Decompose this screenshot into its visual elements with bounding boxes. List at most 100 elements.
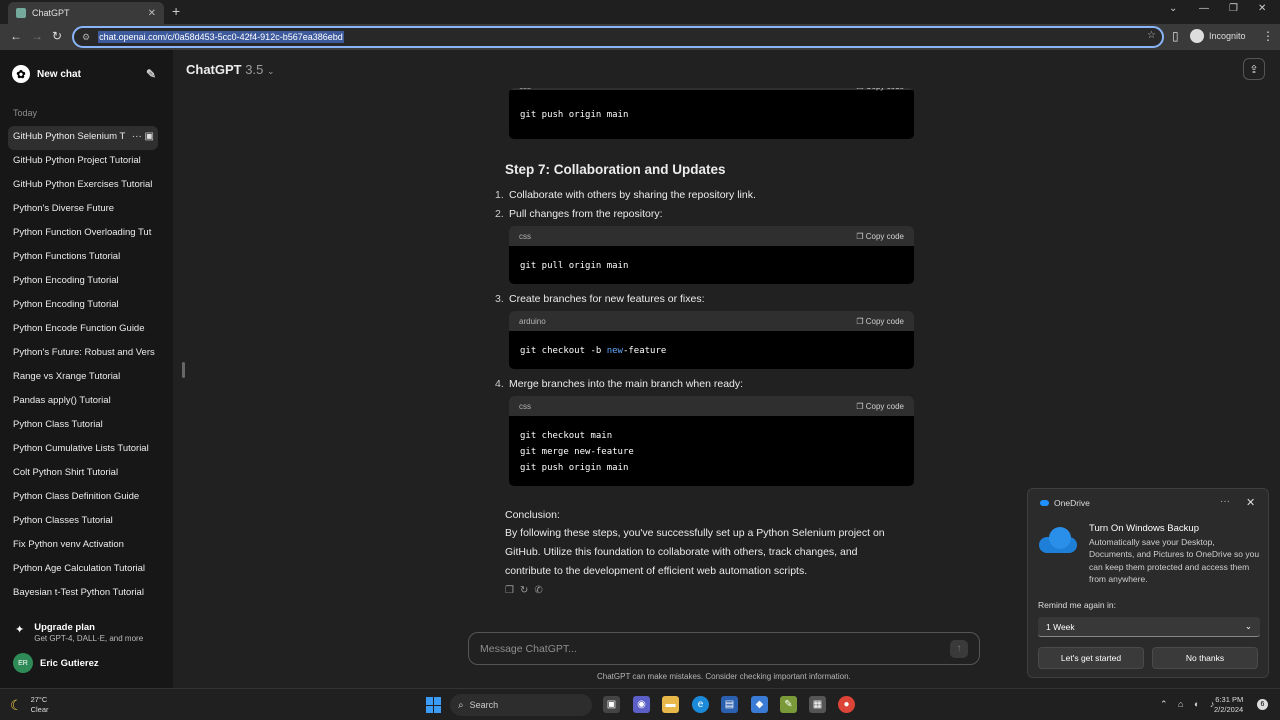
- weather-widget[interactable]: ☾ 27°C Clear: [10, 695, 49, 715]
- lets-get-started-button[interactable]: Let's get started: [1038, 647, 1144, 669]
- reload-icon[interactable]: ↻: [52, 29, 62, 43]
- sidebar-chat-item[interactable]: Fix Python venv Activation: [8, 534, 158, 558]
- incognito-indicator[interactable]: Incognito: [1190, 29, 1246, 43]
- bookmark-star-icon[interactable]: ☆: [1147, 30, 1156, 41]
- clock[interactable]: 6:31 PM 2/2/2024: [1214, 695, 1243, 715]
- copy-code-button[interactable]: ❐ Copy code: [856, 402, 904, 411]
- restore-icon[interactable]: ❐: [1229, 3, 1238, 14]
- code-content: git pull origin main: [520, 261, 629, 271]
- history-section-label: Today: [13, 108, 38, 118]
- model-name: ChatGPT: [186, 62, 242, 77]
- onedrive-small-icon: [1040, 500, 1049, 506]
- chat-title: Python Classes Tutorial: [13, 515, 113, 526]
- chat-title: Colt Python Shirt Tutorial: [13, 467, 119, 478]
- message-composer[interactable]: Message ChatGPT... ↑: [468, 632, 980, 665]
- remind-select[interactable]: 1 Week ⌄: [1038, 617, 1260, 637]
- copy-code-button[interactable]: ❐ Copy code: [856, 317, 904, 326]
- sidebar-chat-item[interactable]: Colt Python Shirt Tutorial: [8, 462, 158, 486]
- vscode-icon[interactable]: ◆: [751, 696, 768, 713]
- close-tab-icon[interactable]: ✕: [148, 8, 156, 19]
- model-selector[interactable]: ChatGPT 3.5 ⌄: [186, 62, 275, 77]
- sidebar-chat-item[interactable]: Python Encoding Tutorial: [8, 270, 158, 294]
- sidebar-chat-item[interactable]: Python Class Tutorial: [8, 414, 158, 438]
- weather-condition: Clear: [30, 705, 49, 714]
- chrome-icon[interactable]: ●: [838, 696, 855, 713]
- sidebar-chat-item[interactable]: Python Function Overloading Tut: [8, 222, 158, 246]
- thumbs-down-icon[interactable]: ✆: [534, 585, 548, 596]
- more-options-icon[interactable]: ···: [1220, 496, 1230, 507]
- code-block-header: css ❐ Copy code: [509, 226, 914, 246]
- copy-code-button[interactable]: ❐ Copy code: [856, 232, 904, 241]
- notification-count[interactable]: 6: [1257, 699, 1268, 710]
- browser-menu-icon[interactable]: ⋮: [1262, 29, 1274, 43]
- forward-icon[interactable]: →: [31, 29, 43, 43]
- windows-start-icon[interactable]: [426, 697, 442, 713]
- taskbar: ☾ 27°C Clear ⌕ Search ▣ ◉ ▬ e ▤ ◆ ✎ ▦ ● …: [0, 688, 1280, 720]
- message-input[interactable]: Message ChatGPT...: [480, 643, 950, 655]
- site-info-icon[interactable]: ⚙: [82, 32, 90, 43]
- minimize-icon[interactable]: —: [1199, 3, 1209, 14]
- upgrade-plan-button[interactable]: ✦ Upgrade plan Get GPT-4, DALL·E, and mo…: [15, 622, 143, 643]
- url-text[interactable]: chat.openai.com/c/0a58d453-5cc0-42f4-912…: [98, 31, 344, 43]
- chevron-down-icon: ⌄: [1244, 621, 1252, 631]
- conclusion-text: By following these steps, you've success…: [505, 527, 885, 577]
- sidebar-chat-item[interactable]: Python Cumulative Lists Tutorial: [8, 438, 158, 462]
- sidebar-chat-item[interactable]: Python Functions Tutorial: [8, 246, 158, 270]
- avatar: ER: [13, 653, 33, 673]
- chat-options-icon[interactable]: ··· ▣: [127, 126, 154, 148]
- send-arrow-icon[interactable]: ↑: [950, 639, 968, 658]
- sidebar-chat-item[interactable]: Python's Diverse Future: [8, 198, 158, 222]
- new-chat-button[interactable]: ✿ New chat ✎: [12, 64, 162, 84]
- file-explorer-icon[interactable]: ▬: [662, 696, 679, 713]
- code-language: css: [519, 401, 531, 411]
- system-tray-icons[interactable]: ⌃ ⌂ ◐ ♪: [1160, 699, 1218, 710]
- browser-tab[interactable]: ChatGPT ✕: [8, 2, 164, 24]
- side-panel-icon[interactable]: ▯: [1172, 29, 1179, 43]
- task-view-icon[interactable]: ▣: [603, 696, 620, 713]
- sidebar-chat-item[interactable]: Pandas apply() Tutorial: [8, 390, 158, 414]
- sidebar-chat-item[interactable]: Python Encoding Tutorial: [8, 294, 158, 318]
- remind-label: Remind me again in:: [1038, 600, 1116, 610]
- app-icon[interactable]: ▦: [809, 696, 826, 713]
- close-window-icon[interactable]: ✕: [1258, 3, 1266, 14]
- list-item: 2. Pull changes from the repository:: [495, 208, 663, 220]
- back-icon[interactable]: ←: [10, 29, 22, 43]
- edge-icon[interactable]: e: [692, 696, 709, 713]
- sidebar-chat-item[interactable]: GitHub Python Exercises Tutorial: [8, 174, 158, 198]
- model-version: 3.5: [245, 62, 264, 77]
- sidebar-chat-item[interactable]: Python Encode Function Guide: [8, 318, 158, 342]
- copy-code-button[interactable]: ❐ Copy code: [856, 88, 904, 91]
- new-tab-icon[interactable]: +: [172, 3, 180, 19]
- user-menu[interactable]: ER Eric Gutierez: [13, 653, 99, 673]
- temperature: 27°C: [30, 695, 48, 704]
- address-bar[interactable]: ⚙ chat.openai.com/c/0a58d453-5cc0-42f4-9…: [72, 26, 1164, 48]
- disclaimer: ChatGPT can make mistakes. Consider chec…: [597, 672, 851, 681]
- sidebar-chat-item[interactable]: Python Classes Tutorial: [8, 510, 158, 534]
- share-icon[interactable]: ⇪: [1243, 58, 1265, 80]
- compose-icon[interactable]: ✎: [146, 67, 156, 81]
- incognito-icon: [1190, 29, 1204, 43]
- regenerate-icon[interactable]: ↻: [520, 585, 534, 596]
- chat-app-icon[interactable]: ◉: [633, 696, 650, 713]
- app-icon[interactable]: ✎: [780, 696, 797, 713]
- sidebar-chat-item[interactable]: Python Class Definition Guide: [8, 486, 158, 510]
- address-toolbar: ← → ↻ ⚙ chat.openai.com/c/0a58d453-5cc0-…: [0, 24, 1280, 50]
- store-icon[interactable]: ▤: [721, 696, 738, 713]
- sidebar-chat-item[interactable]: Range vs Xrange Tutorial: [8, 366, 158, 390]
- chatgpt-favicon-icon: [16, 8, 26, 18]
- sidebar-chat-item[interactable]: GitHub Python Project Tutorial: [8, 150, 158, 174]
- copy-icon[interactable]: ❐: [505, 585, 520, 596]
- sidebar: ✿ New chat ✎ Today GitHub Python Seleniu…: [0, 50, 173, 688]
- sidebar-chat-item[interactable]: GitHub Python Selenium T ··· ▣: [8, 126, 158, 150]
- code-content: git checkout -b new-feature: [520, 346, 667, 356]
- tab-search-icon[interactable]: ⌄: [1169, 3, 1177, 14]
- chat-title: Bayesian t-Test Python Tutorial: [13, 587, 144, 598]
- notification-heading: Turn On Windows Backup: [1089, 523, 1199, 534]
- close-icon[interactable]: ✕: [1246, 496, 1255, 509]
- sidebar-chat-item[interactable]: Python's Future: Robust and Vers: [8, 342, 158, 366]
- sidebar-chat-item[interactable]: Bayesian t-Test Python Tutorial: [8, 582, 158, 606]
- no-thanks-button[interactable]: No thanks: [1152, 647, 1258, 669]
- taskbar-search[interactable]: ⌕ Search: [450, 694, 592, 716]
- sidebar-collapse-handle[interactable]: [182, 362, 185, 378]
- sidebar-chat-item[interactable]: Python Age Calculation Tutorial: [8, 558, 158, 582]
